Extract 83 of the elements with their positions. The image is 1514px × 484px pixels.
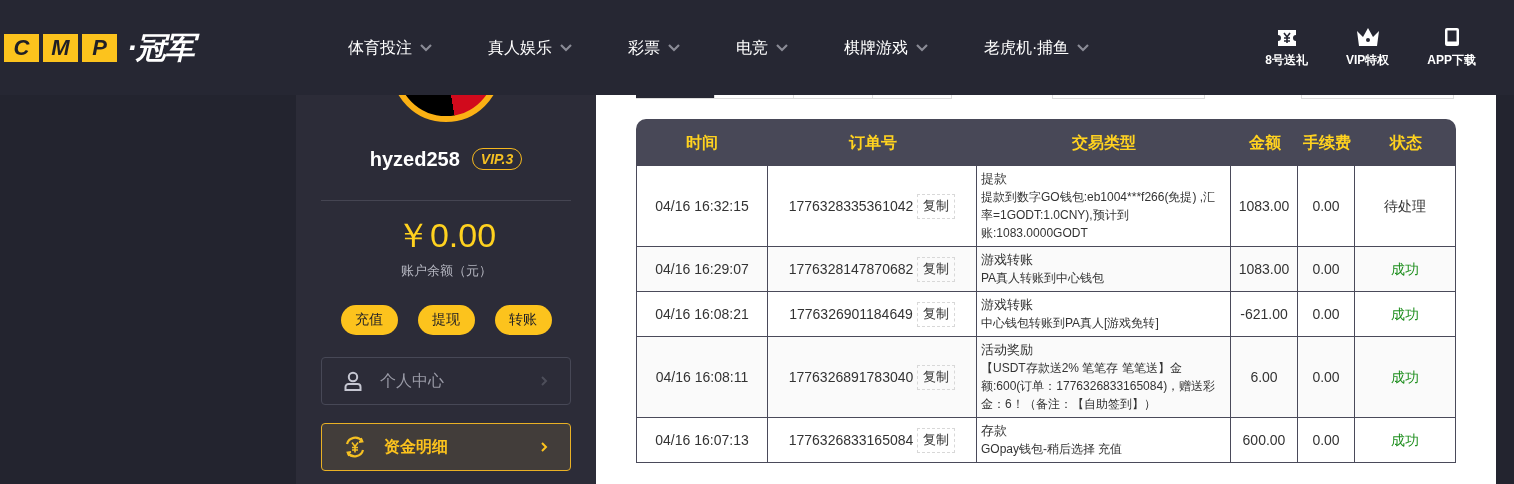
transaction-type: 存款	[981, 422, 1008, 440]
table-cell: 04/16 16:07:13	[636, 418, 768, 463]
transaction-type: 游戏转账	[981, 296, 1034, 314]
column-header: 金额	[1231, 119, 1298, 166]
column-header: 时间	[636, 119, 768, 166]
column-header: 交易类型	[977, 119, 1231, 166]
table-cell: 0.00	[1298, 166, 1355, 247]
table-cell: 0.00	[1298, 292, 1355, 337]
account-action-button[interactable]: 转账	[494, 304, 552, 335]
tab[interactable]	[636, 95, 715, 99]
chevron-right-icon	[540, 374, 548, 387]
status-cell: 待处理	[1355, 166, 1456, 247]
chevron-down-icon	[1077, 43, 1090, 52]
header-link[interactable]: 8号送礼	[1265, 28, 1308, 69]
column-header: 手续费	[1298, 119, 1355, 166]
nav-menu-item[interactable]: 彩票	[628, 35, 680, 60]
tablet-icon	[1443, 26, 1460, 47]
header-link[interactable]: VIP特权	[1345, 26, 1390, 69]
copy-button[interactable]: 复制	[917, 364, 956, 390]
status-cell: 成功	[1355, 337, 1456, 418]
account-action-button[interactable]: 提现	[417, 304, 475, 335]
transaction-type: 游戏转账	[981, 251, 1034, 269]
logo-letter: C	[4, 33, 39, 62]
table-cell: 0.00	[1298, 247, 1355, 292]
account-action-button[interactable]: 充值	[340, 304, 398, 335]
transaction-detail: GOpay钱包-稍后选择 充值	[981, 441, 1124, 458]
table-cell: 1083.00	[1231, 166, 1298, 247]
copy-button[interactable]: 复制	[917, 427, 956, 453]
transaction-detail: 提款到数字GO钱包:eb1004***f266(免提) ,汇率=1GODT:1.0CNY),预计到账:1083.0000GODT	[981, 189, 1217, 242]
status-cell: 成功	[1355, 418, 1456, 463]
transaction-detail: 【USDT存款送2% 笔笔存 笔笔送】金额:600(订单：1776326833165084)，赠送彩金：6！（备注：【自助签到】）	[981, 360, 1217, 413]
order-number: 1776326891783040	[788, 367, 914, 387]
table-cell: 04/16 16:32:15	[636, 166, 768, 247]
user-icon	[344, 370, 362, 391]
table-cell: 600.00	[1231, 418, 1298, 463]
copy-button[interactable]: 复制	[916, 301, 955, 327]
chevron-down-icon	[916, 43, 928, 52]
column-header: 订单号	[768, 119, 977, 166]
order-number: 1776328335361042	[788, 196, 914, 216]
copy-button[interactable]: 复制	[917, 256, 956, 282]
chevron-down-icon	[560, 43, 572, 52]
chevron-down-icon	[668, 43, 680, 52]
balance-label: 账户余额（元）	[400, 262, 492, 280]
username: hyzed258	[369, 147, 460, 172]
table-cell: 04/16 16:29:07	[636, 247, 768, 292]
transaction-detail: 中心钱包转账到PA真人[游戏免转]	[981, 315, 1160, 332]
table-cell: 0.00	[1298, 418, 1355, 463]
table-cell: 04/16 16:08:11	[636, 337, 768, 418]
table-cell: 6.00	[1231, 337, 1298, 418]
header-link[interactable]: APP下载	[1427, 26, 1476, 69]
chevron-right-icon	[540, 440, 548, 453]
order-number: 1776326833165084	[788, 430, 914, 450]
status-cell: 成功	[1355, 247, 1456, 292]
nav-menu-item[interactable]: 电竞	[736, 35, 788, 60]
table-cell: 0.00	[1298, 337, 1355, 418]
input-field[interactable]	[1301, 95, 1454, 99]
nav-menu-item[interactable]: 真人娱乐	[488, 35, 572, 60]
sidebar-menu-item[interactable]: 个人中心	[321, 356, 571, 405]
balance-amount: ￥0.00	[395, 215, 497, 255]
nav-menu-item[interactable]: 老虎机·捕鱼	[984, 35, 1090, 60]
table-cell: -621.00	[1231, 292, 1298, 337]
copy-button[interactable]: 复制	[917, 193, 956, 219]
logo-letter: P	[82, 33, 117, 62]
nav-menu-item[interactable]: 棋牌游戏	[844, 35, 928, 60]
transaction-type: 提款	[981, 170, 1008, 188]
ticket-icon	[1276, 28, 1297, 47]
column-header: 状态	[1355, 119, 1456, 166]
nav-menu-item[interactable]: 体育投注	[348, 35, 432, 60]
chevron-down-icon	[420, 43, 432, 52]
status-cell: 成功	[1355, 292, 1456, 337]
order-number: 1776328147870682	[788, 259, 914, 279]
table-cell: 1083.00	[1231, 247, 1298, 292]
chevron-down-icon	[776, 43, 788, 52]
sidebar-menu-item[interactable]: 资金明细	[321, 422, 571, 471]
transaction-type: 活动奖励	[981, 341, 1034, 359]
input-field[interactable]	[1052, 95, 1205, 99]
crown-icon	[1354, 26, 1381, 47]
table-cell: 04/16 16:08:21	[636, 292, 768, 337]
logo-text: ·冠军	[127, 27, 203, 68]
order-number: 1776326901184649	[789, 304, 913, 324]
yuan-coin-icon	[344, 435, 366, 458]
logo-letter: M	[43, 33, 78, 62]
transaction-detail: PA真人转账到中心钱包	[981, 270, 1106, 287]
